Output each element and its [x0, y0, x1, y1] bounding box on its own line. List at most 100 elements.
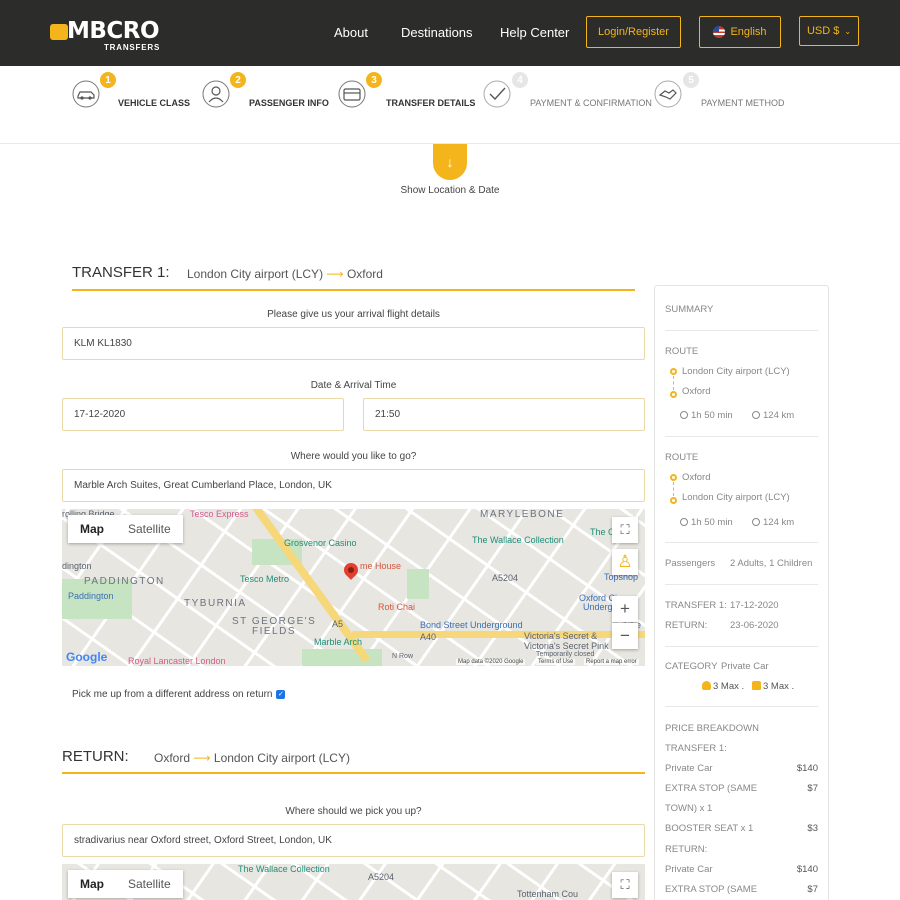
show-location-label[interactable]: Show Location & Date [350, 185, 550, 196]
map-report-link[interactable]: Report a map error [584, 659, 639, 665]
transfer-route: London City airport (LCY) ⟶ Oxford [187, 267, 383, 281]
passengers-label: Passengers [665, 558, 716, 569]
currency-button[interactable]: USD $ ⌄ [799, 16, 859, 46]
user-icon [202, 80, 230, 108]
route-start-dot-icon [670, 474, 677, 481]
show-location-toggle[interactable]: ↓ [433, 144, 467, 180]
language-label: English [730, 26, 767, 38]
luggage-icon [752, 681, 761, 690]
nav-destinations[interactable]: Destinations [401, 25, 473, 40]
street-view-pegman-icon[interactable]: ♙ [612, 549, 638, 575]
step-number: 1 [98, 70, 118, 90]
category-value: Private Car [721, 661, 769, 672]
map-label: The Wallace Collection [472, 535, 564, 545]
car-logo-icon [50, 24, 68, 40]
duration-value: 1h 50 min [691, 410, 733, 421]
map-label: A40 [420, 632, 437, 642]
max-passengers-value: 3 Max . [713, 681, 745, 692]
currency-label: USD $ [806, 25, 840, 37]
map-label: Tottenham Cou [517, 889, 579, 899]
chevron-down-icon: ⌄ [844, 26, 852, 36]
route-line [673, 376, 674, 390]
fullscreen-icon[interactable]: ⛶ [612, 872, 638, 898]
summary-panel: SUMMARY ROUTE London City airport (LCY) … [654, 285, 829, 900]
step-label: PASSENGER INFO [249, 98, 329, 108]
transfer-date-label: TRANSFER 1: [665, 600, 727, 611]
price-breakdown-title: PRICE BREAKDOWN [665, 723, 759, 734]
destination-map[interactable]: MARYLEBONE PADDINGTON TYBURNIA ST GEORGE… [62, 509, 645, 666]
route-start-dot-icon [670, 368, 677, 375]
price-item-value: $3 [807, 823, 818, 834]
login-register-button[interactable]: Login/Register [586, 16, 681, 48]
booking-steps: 1 VEHICLE CLASS 2 PASSENGER INFO 3 TRANS… [0, 66, 900, 144]
zoom-in-button[interactable]: + [612, 596, 638, 622]
map-park [407, 569, 429, 599]
arrival-time-input[interactable]: 21:50 [363, 398, 645, 431]
pickup-different-row[interactable]: Pick me up from a different address on r… [72, 689, 286, 700]
route-duration: 1h 50 min [680, 517, 733, 528]
map-label: The C [590, 527, 615, 537]
logo[interactable]: MBCRO TRANSFERS [50, 18, 161, 54]
max-passengers: 3 Max . [702, 681, 744, 692]
pickup-different-label: Pick me up from a different address on r… [72, 689, 273, 700]
step-number: 3 [364, 70, 384, 90]
card-icon [338, 80, 366, 108]
map-label: Royal Lancaster London [128, 656, 226, 666]
duration-value: 1h 50 min [691, 517, 733, 528]
route-from: London City airport (LCY) [682, 366, 790, 377]
map-type-satellite-button[interactable]: Satellite [116, 870, 183, 898]
map-label: Marble Arch [314, 637, 363, 647]
map-type-map-button[interactable]: Map [68, 870, 116, 898]
map-label: The Wallace Collection [238, 864, 330, 874]
route-arrow-icon: ⟶ [326, 267, 344, 281]
return-date-label: RETURN: [665, 620, 708, 631]
max-luggage: 3 Max . [752, 681, 794, 692]
map-label: Victoria's Secret & [524, 631, 598, 641]
price-item-label: EXTRA STOP (SAME [665, 783, 758, 794]
destination-input[interactable]: Marble Arch Suites, Great Cumberland Pla… [62, 469, 645, 502]
map-label: MARYLEBONE [480, 509, 565, 520]
route-arrow-icon: ⟶ [193, 751, 211, 765]
map-label: Underg [583, 602, 613, 612]
map-label: me House [360, 561, 402, 571]
summary-title: SUMMARY [665, 304, 714, 315]
route-to: Oxford [346, 267, 383, 281]
route-from: London City airport (LCY) [187, 267, 324, 281]
route-distance: 124 km [752, 410, 794, 421]
map-label: PADDINGTON [84, 576, 165, 587]
price-item-value: $140 [796, 864, 818, 875]
map-label: Tesco Metro [240, 574, 290, 584]
route-duration: 1h 50 min [680, 410, 733, 421]
map-type-toggle: Map Satellite [68, 870, 183, 898]
step-label: PAYMENT & CONFIRMATION [530, 98, 652, 108]
map-type-map-button[interactable]: Map [68, 515, 116, 543]
arrival-date-input[interactable]: 17-12-2020 [62, 398, 344, 431]
map-type-satellite-button[interactable]: Satellite [116, 515, 183, 543]
clock-icon [680, 411, 688, 419]
map-label: Grosvenor Casino [284, 538, 357, 548]
route-end-dot-icon [670, 497, 677, 504]
map-data-credit: Map data ©2020 Google [456, 659, 526, 665]
map-label: Tesco Express [190, 509, 249, 519]
language-button[interactable]: English [699, 16, 781, 48]
nav-about[interactable]: About [334, 25, 368, 40]
flight-number-input[interactable]: KLM KL1830 [62, 327, 645, 360]
pickup-different-checkbox[interactable]: ✓ [276, 690, 286, 699]
transfer-date-value: 17-12-2020 [730, 600, 779, 611]
price-item-value: $7 [807, 783, 818, 794]
check-icon [483, 80, 511, 108]
map-terms-link[interactable]: Terms of Use [536, 659, 576, 665]
arrow-down-icon: ↓ [446, 154, 454, 170]
route-from: Oxford [154, 751, 191, 765]
location-icon [752, 411, 760, 419]
return-route: Oxford ⟶ London City airport (LCY) [154, 751, 350, 765]
divider [665, 436, 818, 437]
nav-help-center[interactable]: Help Center [500, 25, 569, 40]
step-number: 5 [681, 70, 701, 90]
map-label: TYBURNIA [184, 598, 247, 609]
pickup-map[interactable]: The Wallace Collection A5204 Tottenham C… [62, 864, 645, 900]
fullscreen-icon[interactable]: ⛶ [612, 517, 638, 543]
logo-subtext: TRANSFERS [104, 43, 161, 52]
pickup-input[interactable]: stradivarius near Oxford street, Oxford … [62, 824, 645, 857]
zoom-out-button[interactable]: − [612, 623, 638, 649]
